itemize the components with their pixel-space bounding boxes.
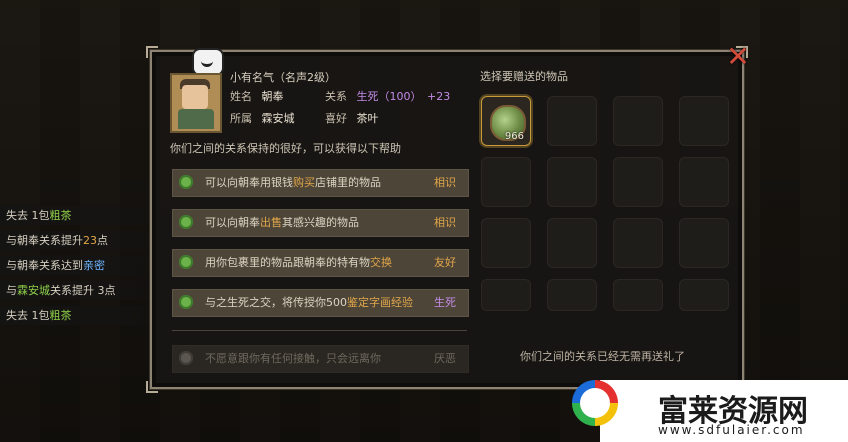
unlocked-icon xyxy=(179,215,193,229)
gift-slot[interactable] xyxy=(613,218,663,268)
relation-points: （100） xyxy=(378,90,422,103)
benefit-row-hostile: 不愿意跟你有任何接触，只会远离你 厌恶 xyxy=(172,345,469,373)
gift-slot[interactable] xyxy=(481,279,531,311)
locked-icon xyxy=(179,351,193,365)
likes-label: 喜好 xyxy=(325,112,347,125)
panel-corner xyxy=(146,46,158,58)
gift-slot[interactable] xyxy=(679,157,729,207)
benefit-tag: 厌恶 xyxy=(434,352,456,365)
npc-origin-row: 所属 霖安城 xyxy=(230,110,295,126)
gift-slot[interactable] xyxy=(547,157,597,207)
log-line: 与朝奉关系提升23点 xyxy=(0,231,170,250)
benefit-text: 与之生死之交，将传授你500鉴定字画经验 xyxy=(205,296,413,309)
benefit-text: 可以向朝奉用银钱购买店铺里的物品 xyxy=(205,176,381,189)
log-line: 失去 1包粗茶 xyxy=(0,306,170,325)
gift-slot[interactable] xyxy=(679,218,729,268)
name-label: 姓名 xyxy=(230,90,252,103)
benefit-divider xyxy=(172,330,467,331)
event-log: 失去 1包粗茶 与朝奉关系提升23点 与朝奉关系达到亲密 与霖安城关系提升 3点… xyxy=(0,206,170,331)
npc-likes: 茶叶 xyxy=(356,112,379,125)
relation-label: 关系 xyxy=(325,90,347,103)
benefit-row-buy: 可以向朝奉用银钱购买店铺里的物品 相识 xyxy=(172,169,469,197)
relation-delta: +23 xyxy=(427,90,451,103)
npc-relation-row: 关系 生死（100） +23 xyxy=(325,88,450,104)
gift-slot[interactable] xyxy=(613,96,663,146)
gift-slot[interactable] xyxy=(481,218,531,268)
benefit-tag: 友好 xyxy=(434,256,456,269)
benefit-tag: 生死 xyxy=(434,296,456,309)
benefit-row-teach: 与之生死之交，将传授你500鉴定字画经验 生死 xyxy=(172,289,469,317)
gift-slot[interactable] xyxy=(481,157,531,207)
watermark-logo-icon xyxy=(572,380,618,426)
gift-slot[interactable] xyxy=(547,96,597,146)
npc-origin: 霖安城 xyxy=(261,112,295,125)
benefit-row-sell: 可以向朝奉出售其感兴趣的物品 相识 xyxy=(172,209,469,237)
gift-slot[interactable] xyxy=(613,279,663,311)
panel-corner xyxy=(146,381,158,393)
npc-name-row: 姓名 朝奉 xyxy=(230,88,284,104)
item-count: 966 xyxy=(504,131,524,142)
benefit-text: 不愿意跟你有任何接触，只会远离你 xyxy=(205,352,381,365)
portrait-body xyxy=(178,109,214,129)
benefit-tag: 相识 xyxy=(434,216,456,229)
npc-title: 小有名气（名声2级） xyxy=(230,71,336,84)
unlocked-icon xyxy=(179,295,193,309)
relation-value: 生死 xyxy=(356,90,379,103)
happy-emote-icon xyxy=(192,48,224,76)
gift-slot[interactable] xyxy=(613,157,663,207)
npc-likes-row: 喜好 茶叶 xyxy=(325,110,379,126)
gift-slot[interactable] xyxy=(679,279,729,311)
log-line: 与朝奉关系达到亲密 xyxy=(0,256,170,275)
benefit-row-exchange: 用你包裹里的物品跟朝奉的特有物交换 友好 xyxy=(172,249,469,277)
origin-label: 所属 xyxy=(230,112,252,125)
gift-title: 选择要赠送的物品 xyxy=(480,70,568,83)
unlocked-icon xyxy=(179,255,193,269)
portrait-face xyxy=(182,85,208,109)
relationship-description: 你们之间的关系保持的很好，可以获得以下帮助 xyxy=(170,142,401,155)
benefit-tag: 相识 xyxy=(434,176,456,189)
unlocked-icon xyxy=(179,175,193,189)
gift-slot[interactable] xyxy=(679,96,729,146)
watermark-url: www.sdfulaier.com xyxy=(658,423,805,437)
log-line: 失去 1包粗茶 xyxy=(0,206,170,225)
benefit-text: 可以向朝奉出售其感兴趣的物品 xyxy=(205,216,359,229)
benefit-text: 用你包裹里的物品跟朝奉的特有物交换 xyxy=(205,256,392,269)
gift-slot[interactable] xyxy=(547,279,597,311)
gift-slot[interactable] xyxy=(547,218,597,268)
log-line: 与霖安城关系提升 3点 xyxy=(0,281,170,300)
npc-name: 朝奉 xyxy=(261,90,284,103)
gift-status-message: 你们之间的关系已经无需再送礼了 xyxy=(520,350,685,363)
close-button[interactable]: ✕ xyxy=(723,42,753,72)
npc-portrait xyxy=(170,73,222,133)
gift-slot-selected[interactable]: 966 xyxy=(481,96,531,146)
